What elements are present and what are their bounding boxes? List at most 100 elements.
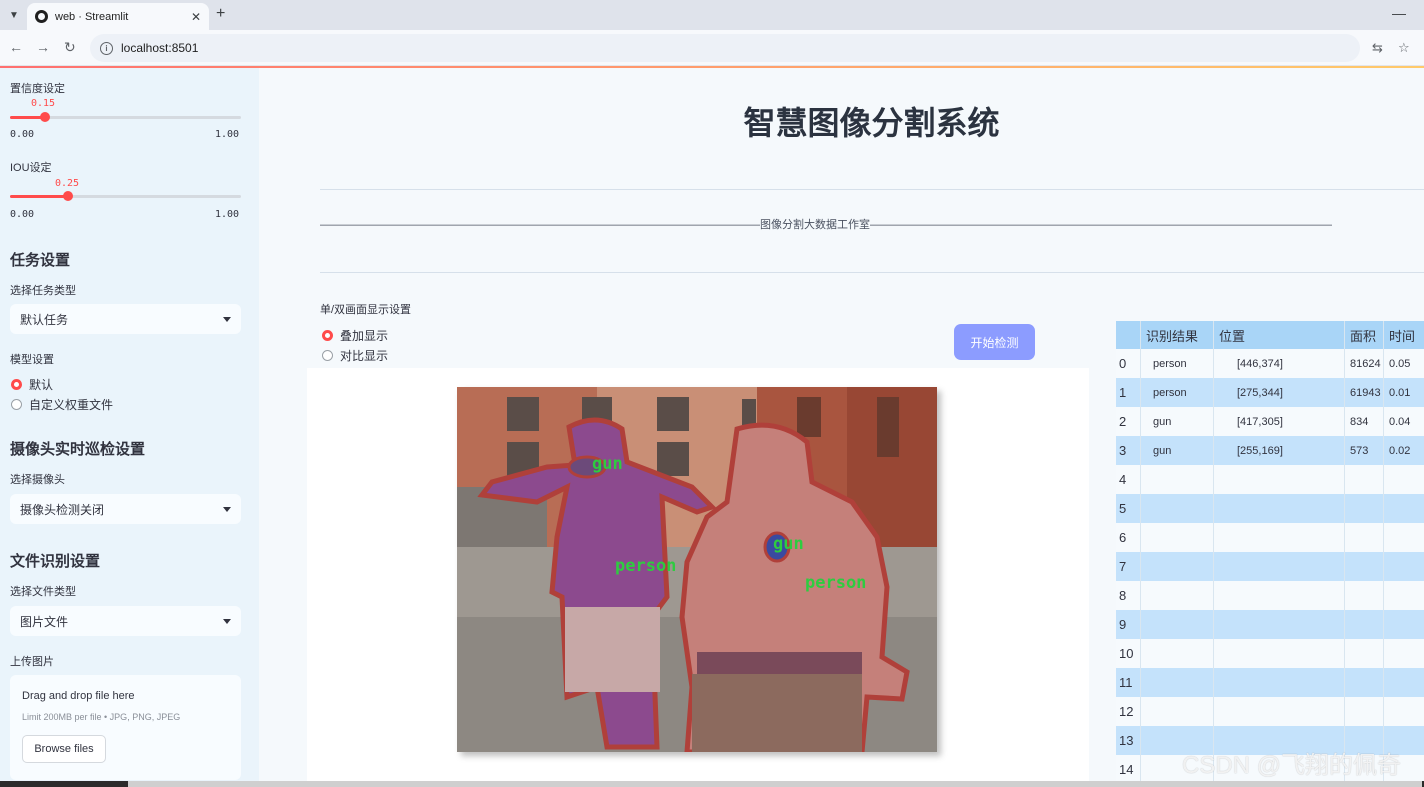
reload-icon[interactable]: ↻ [64, 39, 76, 56]
row-class [1141, 668, 1214, 697]
detection-label: person [615, 556, 676, 576]
row-time [1384, 552, 1424, 581]
row-position [1214, 697, 1345, 726]
table-row[interactable]: 12 [1116, 697, 1424, 726]
table-header-row: 识别结果 位置 面积 时间 [1116, 321, 1424, 349]
new-tab-plus-icon[interactable]: + [216, 5, 225, 23]
row-time [1384, 523, 1424, 552]
row-class: gun [1141, 436, 1214, 465]
tab-list-chevron-icon[interactable]: ▼ [5, 6, 23, 24]
table-row[interactable]: 0 person [446,374] 81624 0.05 [1116, 349, 1424, 378]
table-header-cell[interactable]: 时间 [1384, 321, 1424, 349]
row-time: 0.02 [1389, 444, 1411, 457]
task-type-select[interactable]: 默认任务 [10, 304, 241, 334]
window-minimize-icon[interactable]: — [1392, 5, 1406, 21]
iou-slider-thumb[interactable] [62, 191, 73, 201]
table-row[interactable]: 9 [1116, 610, 1424, 639]
table-row[interactable]: 5 [1116, 494, 1424, 523]
file-type-select[interactable]: 图片文件 [10, 606, 241, 636]
sidebar: 置信度设定 0.15 0.00 1.00 IOU设定 0.25 0.00 1.0… [0, 68, 259, 787]
divider-bottom [320, 272, 1424, 273]
iou-max: 1.00 [215, 209, 240, 220]
row-area: 81624 [1345, 349, 1384, 378]
back-arrow-icon[interactable]: ← [9, 39, 23, 55]
browser-tab[interactable]: web · Streamlit ✕ [27, 3, 209, 30]
row-time [1384, 610, 1424, 639]
table-header-index [1116, 321, 1141, 349]
row-time [1384, 494, 1424, 523]
confidence-slider[interactable] [10, 112, 241, 122]
file-dropzone[interactable]: Drag and drop file here Limit 200MB per … [10, 675, 241, 780]
iou-label: IOU设定 [10, 162, 52, 174]
row-position [1214, 610, 1345, 639]
model-option-label: 自定义权重文件 [29, 398, 114, 412]
table-row[interactable]: 2 gun [417,305] 834 0.04 [1116, 407, 1424, 436]
row-class [1141, 494, 1214, 523]
row-index: 10 [1116, 639, 1141, 668]
table-row[interactable]: 1 person [275,344] 61943 0.01 [1116, 378, 1424, 407]
row-position [1214, 523, 1345, 552]
main-area: 智慧图像分割系统 ———————————————————————————————… [259, 68, 1424, 787]
row-time [1384, 668, 1424, 697]
iou-slider-fill [10, 195, 68, 198]
row-index: 11 [1116, 668, 1141, 697]
chevron-down-icon [223, 618, 231, 624]
forward-arrow-icon[interactable]: → [36, 39, 50, 55]
bookmark-star-icon[interactable]: ☆ [1398, 40, 1410, 56]
row-class [1141, 523, 1214, 552]
row-position [1214, 668, 1345, 697]
confidence-slider-thumb[interactable] [39, 112, 50, 122]
page-title: 智慧图像分割系统 [743, 105, 1000, 141]
display-mode-compare[interactable]: 对比显示 [322, 347, 388, 364]
site-info-icon[interactable]: i [100, 41, 113, 55]
browser-tab-bar: ▼ web · Streamlit ✕ + — [0, 0, 1424, 30]
table-row[interactable]: 3 gun [255,169] 573 0.02 [1116, 436, 1424, 465]
table-row[interactable]: 10 [1116, 639, 1424, 668]
row-area [1345, 697, 1384, 726]
start-detection-button[interactable]: 开始检测 [954, 324, 1035, 360]
table-row[interactable]: 8 [1116, 581, 1424, 610]
table-header-cell[interactable]: 位置 [1214, 321, 1345, 349]
divider-top [320, 189, 1424, 190]
translate-icon[interactable]: ⇆ [1372, 40, 1383, 56]
row-index: 9 [1116, 610, 1141, 639]
row-class [1141, 639, 1214, 668]
display-mode-option: 叠加显示 [340, 329, 389, 343]
row-time: 0.04 [1389, 415, 1411, 428]
table-row[interactable]: 6 [1116, 523, 1424, 552]
row-index: 2 [1116, 407, 1141, 436]
row-area: 61943 [1345, 378, 1384, 407]
segmentation-scene: gun person gun person [457, 387, 937, 752]
camera-select[interactable]: 摄像头检测关闭 [10, 494, 241, 524]
detection-label: gun [592, 454, 623, 474]
row-time [1384, 639, 1424, 668]
row-time [1384, 697, 1424, 726]
browse-files-button[interactable]: Browse files [22, 735, 106, 763]
tab-close-icon[interactable]: ✕ [191, 10, 201, 24]
model-option-label: 默认 [29, 378, 54, 392]
row-position [1214, 465, 1345, 494]
row-time: 0.05 [1389, 357, 1411, 370]
model-radio-custom[interactable]: 自定义权重文件 [11, 396, 113, 413]
row-time: 0.01 [1389, 386, 1411, 399]
table-row[interactable]: 7 [1116, 552, 1424, 581]
url-input[interactable]: i localhost:8501 [90, 34, 1360, 62]
row-time [1384, 581, 1424, 610]
table-header-cell[interactable]: 面积 [1345, 321, 1384, 349]
row-class [1141, 465, 1214, 494]
file-settings-heading: 文件识别设置 [10, 553, 101, 570]
row-area [1345, 610, 1384, 639]
tab-title: web · Streamlit [55, 10, 129, 23]
table-header-cell[interactable]: 识别结果 [1141, 321, 1214, 349]
row-index: 4 [1116, 465, 1141, 494]
row-position: [417,305] [1214, 407, 1345, 436]
confidence-value: 0.15 [31, 98, 56, 109]
table-row[interactable]: 4 [1116, 465, 1424, 494]
task-type-value: 默认任务 [20, 312, 69, 327]
model-radio-default[interactable]: 默认 [11, 376, 53, 393]
display-mode-overlay[interactable]: 叠加显示 [322, 327, 388, 344]
row-index: 5 [1116, 494, 1141, 523]
iou-slider[interactable] [10, 191, 241, 201]
confidence-max: 1.00 [215, 129, 240, 140]
table-row[interactable]: 11 [1116, 668, 1424, 697]
